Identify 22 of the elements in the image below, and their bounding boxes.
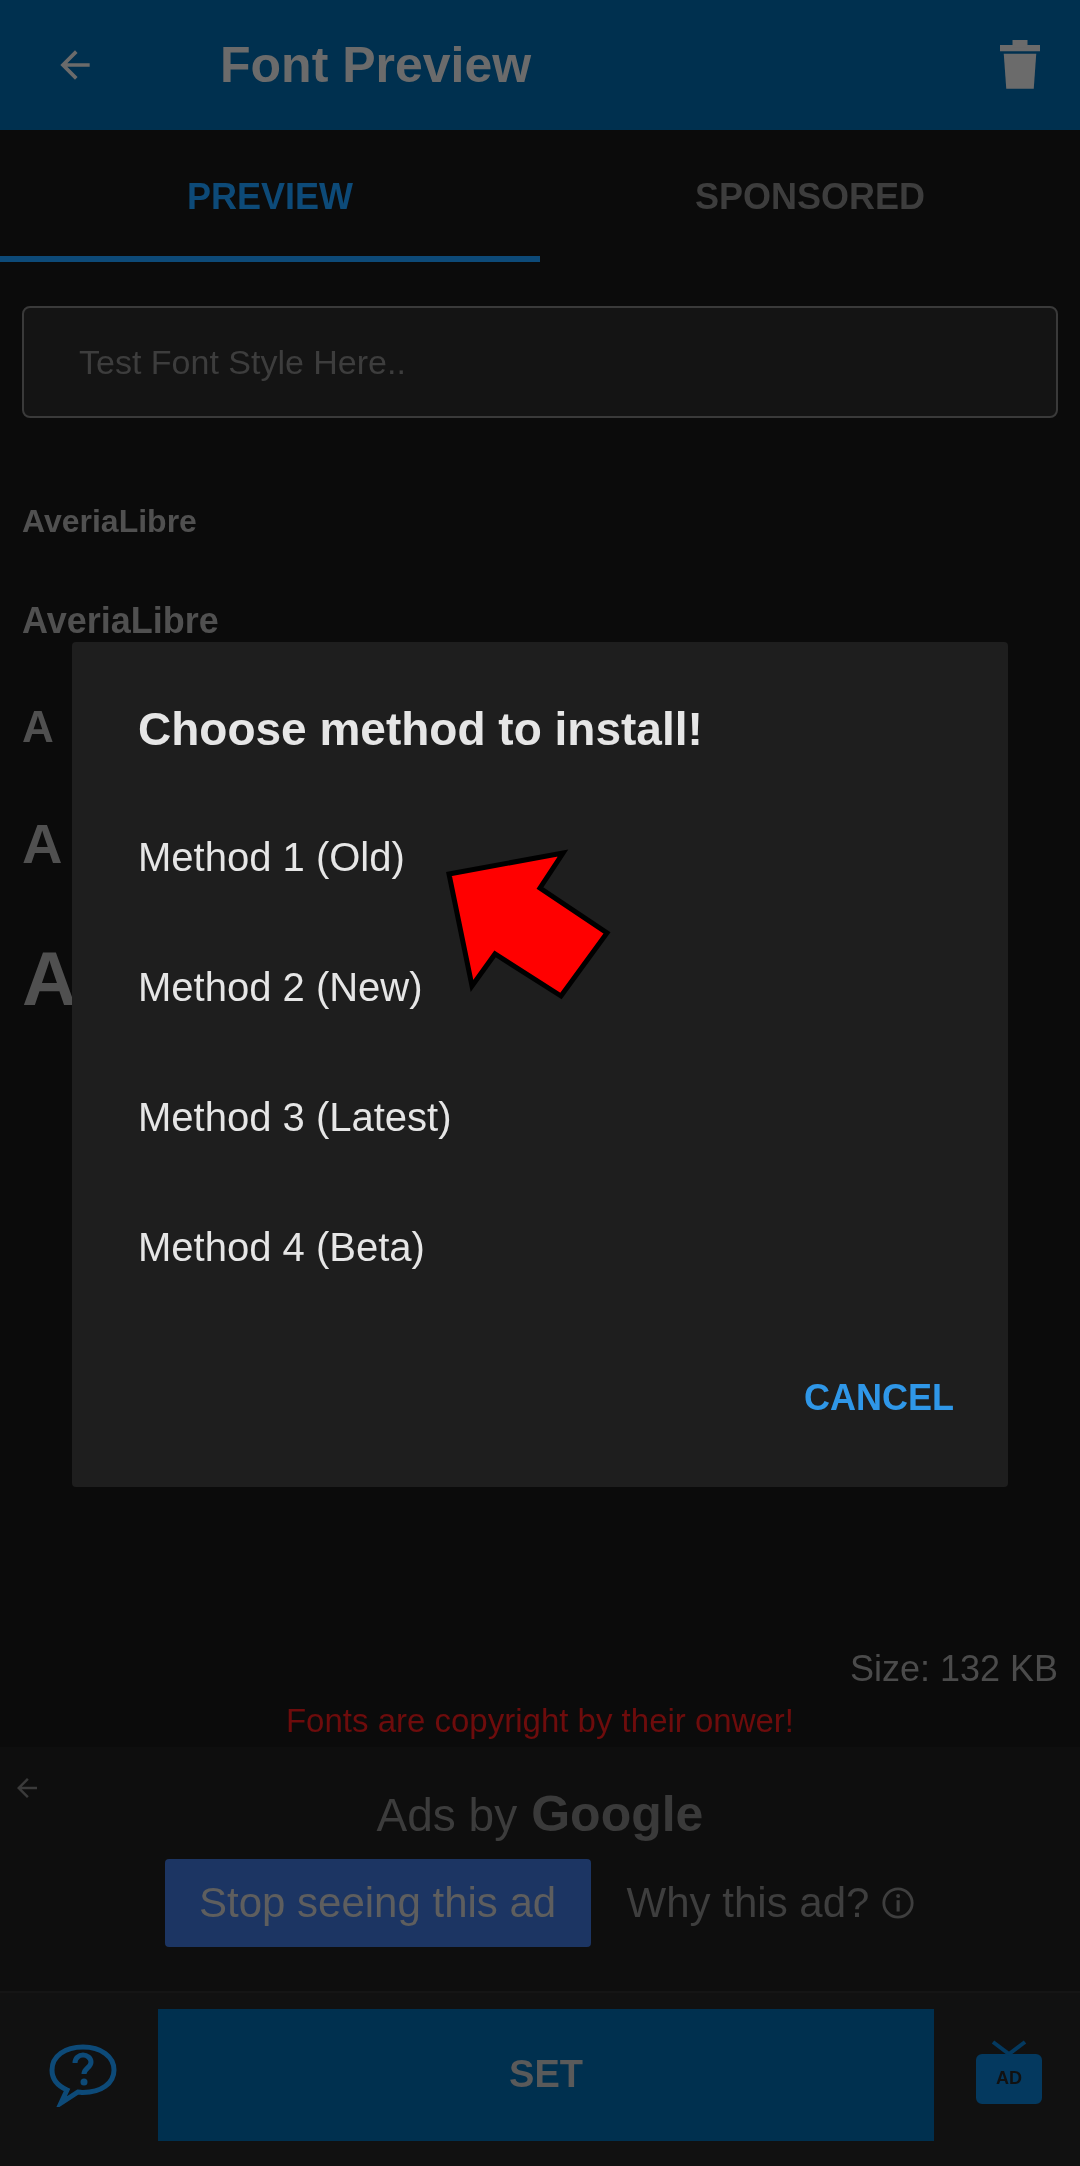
method-option[interactable]: Method 1 (Old) xyxy=(138,835,405,880)
dialog-title: Choose method to install! xyxy=(138,702,704,756)
tab[interactable]: PREVIEW xyxy=(0,130,540,262)
info-icon xyxy=(881,1886,916,1920)
cancel-button[interactable]: CANCEL xyxy=(798,1376,960,1420)
font-preview-text: A xyxy=(22,702,54,752)
method-option[interactable]: Method 4 (Beta) xyxy=(138,1225,425,1270)
method-option[interactable]: Method 2 (New) xyxy=(138,965,423,1010)
set-button[interactable]: SET xyxy=(158,2008,934,2141)
copyright-notice: Fonts are copyright by their onwer! xyxy=(285,1702,795,1740)
delete-button[interactable] xyxy=(1000,40,1040,90)
font-preview-text: AveriaLibre xyxy=(22,504,197,540)
help-chat-icon xyxy=(48,2042,118,2107)
trash-icon xyxy=(1000,40,1040,90)
file-size-text: Size: 132 KB xyxy=(849,1648,1058,1690)
stop-ad-button[interactable]: Stop seeing this ad xyxy=(164,1859,591,1947)
method-option[interactable]: Method 3 (Latest) xyxy=(138,1095,452,1140)
font-preview-text: A xyxy=(22,936,77,1021)
help-button[interactable] xyxy=(48,2042,118,2107)
screen-title: Font Preview xyxy=(220,36,533,94)
font-preview-text: AveriaLibre xyxy=(22,601,219,641)
font-preview-text: A xyxy=(22,813,63,875)
